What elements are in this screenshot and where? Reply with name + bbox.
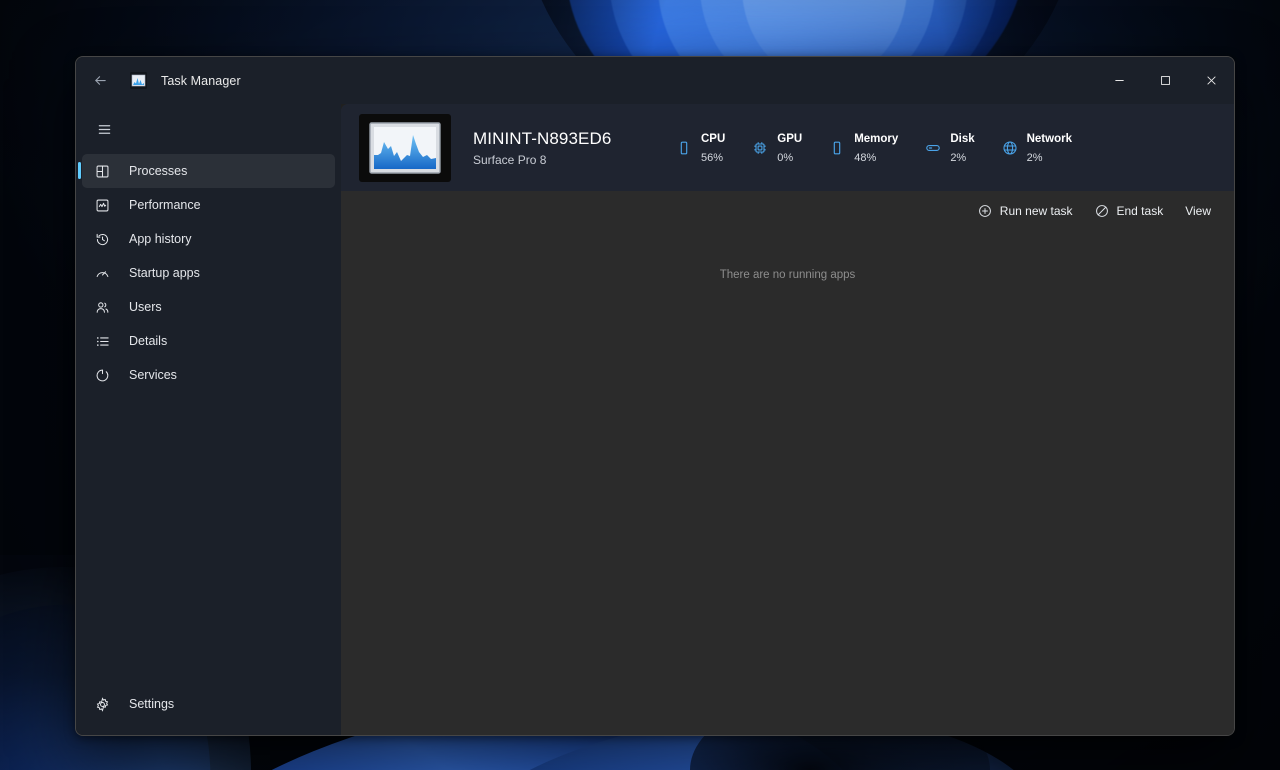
sidebar-item-label: Details — [129, 334, 167, 348]
services-gear-icon — [94, 367, 111, 384]
minimize-icon[interactable] — [1096, 57, 1142, 104]
task-manager-window: Task Manager — [75, 56, 1235, 736]
metric-name: GPU — [777, 133, 802, 145]
metric-disk[interactable]: Disk 2% — [924, 129, 974, 167]
run-new-task-button[interactable]: Run new task — [969, 197, 1082, 225]
metric-network[interactable]: Network 2% — [1001, 129, 1072, 167]
end-task-button[interactable]: End task — [1086, 197, 1173, 225]
metric-name: Memory — [854, 133, 898, 145]
window-body: Processes Performance — [76, 104, 1234, 735]
sidebar-item-users[interactable]: Users — [82, 290, 335, 324]
window-titlebar: Task Manager — [76, 57, 1234, 104]
metric-name: CPU — [701, 133, 725, 145]
window-controls — [1096, 57, 1234, 104]
metric-value: 48% — [854, 152, 876, 164]
network-globe-icon — [1001, 139, 1019, 157]
performance-icon — [94, 197, 111, 214]
sidebar-item-details[interactable]: Details — [82, 324, 335, 358]
list-icon — [94, 333, 111, 350]
maximize-icon[interactable] — [1142, 57, 1188, 104]
sidebar-item-label: Processes — [129, 164, 187, 178]
sidebar-nav-list: Processes Performance — [76, 154, 341, 392]
sidebar-item-label: Users — [129, 300, 162, 314]
metric-memory[interactable]: Memory 48% — [828, 129, 898, 167]
end-task-label: End task — [1117, 204, 1164, 218]
users-icon — [94, 299, 111, 316]
metric-name: Disk — [950, 133, 974, 145]
metric-value: 56% — [701, 152, 723, 164]
sidebar-spacer — [76, 392, 341, 687]
sidebar-item-label: Startup apps — [129, 266, 200, 280]
window-title: Task Manager — [161, 74, 241, 88]
view-button[interactable]: View — [1176, 197, 1220, 225]
sidebar-item-label: Settings — [129, 697, 174, 711]
memory-icon — [828, 139, 846, 157]
history-icon — [94, 231, 111, 248]
cpu-icon — [675, 139, 693, 157]
disk-icon — [924, 139, 942, 157]
sidebar-footer: Settings — [76, 687, 341, 735]
main-toolbar: Run new task End task View — [341, 191, 1234, 231]
metric-value: 2% — [950, 152, 966, 164]
sidebar-item-label: Performance — [129, 198, 201, 212]
process-list-area: There are no running apps — [341, 231, 1234, 735]
empty-state-message: There are no running apps — [341, 269, 1234, 281]
metric-value: 2% — [1027, 152, 1043, 164]
device-model-label: Surface Pro 8 — [473, 153, 643, 167]
navigation-sidebar: Processes Performance — [76, 104, 341, 735]
hostname-label: MININT-N893ED6 — [473, 129, 643, 149]
sidebar-item-label: Services — [129, 368, 177, 382]
close-icon[interactable] — [1188, 57, 1234, 104]
main-panel: MININT-N893ED6 Surface Pro 8 CPU — [341, 104, 1234, 735]
metric-cpu[interactable]: CPU 56% — [675, 129, 725, 167]
system-summary-header: MININT-N893ED6 Surface Pro 8 CPU — [341, 104, 1234, 191]
processes-icon — [94, 163, 111, 180]
task-manager-icon — [130, 72, 147, 89]
metrics-summary: CPU 56% — [675, 129, 1072, 167]
metric-name: Network — [1027, 133, 1072, 145]
desktop-wallpaper: Task Manager — [0, 0, 1280, 770]
sidebar-item-performance[interactable]: Performance — [82, 188, 335, 222]
speedometer-icon — [94, 265, 111, 282]
metric-gpu[interactable]: GPU 0% — [751, 129, 802, 167]
sidebar-item-startup-apps[interactable]: Startup apps — [82, 256, 335, 290]
performance-graph-thumbnail — [359, 114, 451, 182]
back-arrow-icon[interactable] — [83, 65, 117, 97]
sidebar-item-label: App history — [129, 232, 192, 246]
hamburger-menu-icon[interactable] — [84, 110, 124, 148]
sidebar-item-processes[interactable]: Processes — [82, 154, 335, 188]
sidebar-item-app-history[interactable]: App history — [82, 222, 335, 256]
gpu-chip-icon — [751, 139, 769, 157]
sidebar-item-services[interactable]: Services — [82, 358, 335, 392]
device-info: MININT-N893ED6 Surface Pro 8 — [473, 129, 643, 167]
sidebar-item-settings[interactable]: Settings — [82, 687, 335, 721]
metric-value: 0% — [777, 152, 793, 164]
view-label: View — [1185, 204, 1211, 218]
plus-circle-icon — [978, 204, 993, 219]
prohibited-icon — [1095, 204, 1110, 219]
gear-icon — [94, 696, 111, 713]
run-new-task-label: Run new task — [1000, 204, 1073, 218]
